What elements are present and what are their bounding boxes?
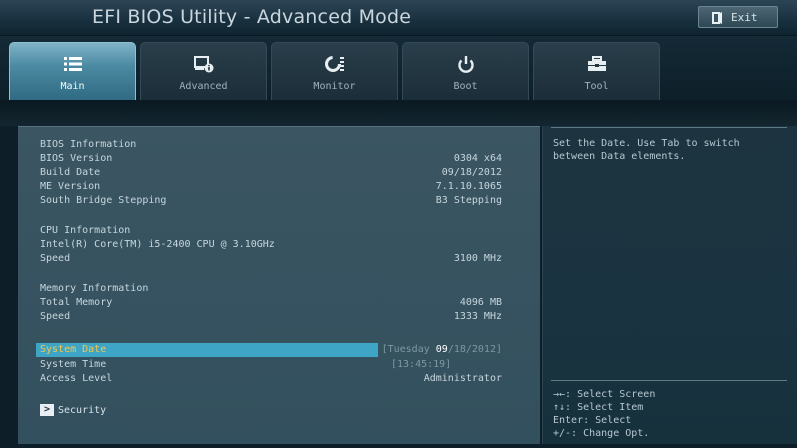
window-title: EFI BIOS Utility - Advanced Mode — [92, 6, 412, 28]
security-submenu[interactable]: > Security — [40, 403, 106, 417]
south-bridge-value: B3 Stepping — [435, 195, 502, 206]
total-memory-value: 4096 MB — [459, 297, 502, 308]
memory-info-heading-text: Memory Information — [40, 283, 149, 294]
access-level-label: Access Level — [40, 373, 113, 384]
submenu-arrow-icon: > — [40, 404, 54, 416]
tab-main[interactable]: Main — [9, 42, 136, 100]
memory-speed-label: Speed — [40, 311, 71, 322]
key-select-screen: →←: Select Screen — [553, 389, 656, 400]
me-version-label: ME Version — [40, 181, 101, 192]
tab-bar: Main Advanced Monitor Boot Tool — [0, 36, 797, 100]
exit-button[interactable]: Exit — [698, 6, 778, 28]
cpu-info-heading-text: CPU Information — [40, 225, 131, 236]
memory-info-heading: Memory Information — [40, 282, 510, 296]
fan-monitor-icon — [323, 55, 347, 73]
system-time-value[interactable]: [13:45:19] — [391, 358, 451, 372]
cpu-speed-value: 3100 MHz — [453, 253, 502, 264]
system-time-row[interactable]: System Time [13:45:19] — [40, 358, 510, 372]
key-legend: →←: Select Screen ↑↓: Select Item Enter:… — [553, 388, 783, 440]
build-date-value: 09/18/2012 — [441, 167, 502, 178]
header-strip — [0, 100, 797, 126]
build-date-label: Build Date — [40, 167, 101, 178]
system-date-rest: /18/2012] — [447, 344, 502, 355]
cpu-speed-label: Speed — [40, 253, 71, 264]
toolbox-icon — [585, 55, 609, 73]
me-version-row: ME Version 7.1.10.1065 — [40, 180, 510, 194]
tab-main-label: Main — [60, 81, 85, 92]
system-date-row[interactable]: System Date [Tuesday 09/18/2012] — [36, 343, 510, 357]
help-divider-bottom — [551, 380, 787, 381]
help-panel: Set the Date. Use Tab to switch between … — [542, 126, 797, 444]
system-date-value[interactable]: [Tuesday 09/18/2012] — [382, 343, 502, 357]
tab-tool[interactable]: Tool — [533, 42, 660, 100]
key-enter-select: Enter: Select — [553, 415, 632, 426]
key-change-option: +/-: Change Opt. — [553, 428, 650, 439]
memory-speed-value: 1333 MHz — [453, 311, 502, 322]
security-label: Security — [58, 404, 107, 416]
total-memory-row: Total Memory 4096 MB — [40, 296, 510, 310]
help-divider-top — [551, 127, 787, 128]
cpu-speed-row: Speed 3100 MHz — [40, 252, 510, 266]
cpu-model-row: Intel(R) Core(TM) i5-2400 CPU @ 3.10GHz — [40, 238, 510, 252]
system-time-label: System Time — [40, 359, 107, 370]
system-date-month-field[interactable]: 09 — [436, 344, 448, 355]
cpu-info-heading: CPU Information — [40, 224, 510, 238]
exit-icon — [711, 10, 723, 24]
bios-info-heading: BIOS Information — [40, 138, 510, 152]
exit-label: Exit — [731, 10, 758, 24]
tab-advanced-label: Advanced — [179, 81, 228, 92]
tab-boot-label: Boot — [453, 81, 478, 92]
total-memory-label: Total Memory — [40, 297, 113, 308]
cpu-model-text: Intel(R) Core(TM) i5-2400 CPU @ 3.10GHz — [40, 239, 275, 250]
tab-boot[interactable]: Boot — [402, 42, 529, 100]
bios-version-value: 0304 x64 — [453, 153, 502, 164]
access-level-row: Access Level Administrator — [40, 372, 510, 386]
tab-advanced[interactable]: Advanced — [140, 42, 267, 100]
memory-speed-row: Speed 1333 MHz — [40, 310, 510, 324]
access-level-value: Administrator — [423, 373, 502, 384]
system-date-weekday: [Tuesday — [381, 344, 436, 355]
build-date-row: Build Date 09/18/2012 — [40, 166, 510, 180]
tab-monitor-label: Monitor — [313, 81, 356, 92]
main-settings-panel: BIOS Information BIOS Version 0304 x64 B… — [18, 126, 540, 444]
help-description: Set the Date. Use Tab to switch between … — [553, 138, 740, 162]
advanced-settings-icon — [192, 55, 216, 73]
power-icon — [454, 55, 478, 73]
south-bridge-label: South Bridge Stepping — [40, 195, 167, 206]
bios-version-row: BIOS Version 0304 x64 — [40, 152, 510, 166]
me-version-value: 7.1.10.1065 — [435, 181, 502, 192]
top-bar: EFI BIOS Utility - Advanced Mode Exit — [0, 0, 797, 36]
key-select-item: ↑↓: Select Item — [553, 402, 644, 413]
tab-monitor[interactable]: Monitor — [271, 42, 398, 100]
list-icon — [61, 55, 85, 73]
bios-version-label: BIOS Version — [40, 153, 113, 164]
tab-tool-label: Tool — [584, 81, 609, 92]
system-date-label: System Date — [40, 344, 107, 355]
south-bridge-row: South Bridge Stepping B3 Stepping — [40, 194, 510, 208]
bios-info-heading-text: BIOS Information — [40, 139, 137, 150]
